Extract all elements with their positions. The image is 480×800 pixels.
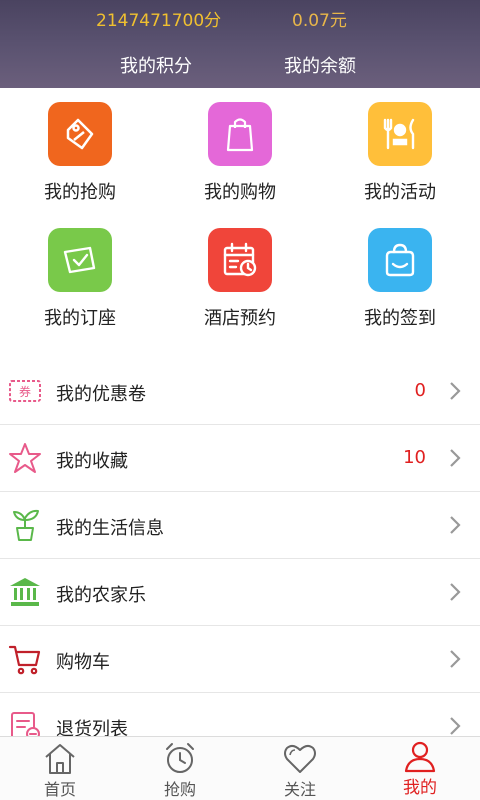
list-item-label: 购物车: [56, 652, 110, 673]
grid-item-label: 我的签到: [364, 308, 436, 329]
balance-label[interactable]: 我的余额: [284, 52, 356, 78]
bank-icon: [10, 578, 40, 606]
tab-label: 首页: [43, 780, 76, 799]
tab-follow[interactable]: 关注: [240, 737, 360, 800]
alarm-clock-icon: [166, 743, 194, 773]
grid-item-my-activities[interactable]: 我的活动: [320, 102, 480, 226]
grid-item-my-shopping[interactable]: 我的购物: [160, 102, 320, 226]
svg-text:券: 券: [19, 384, 31, 399]
heart-icon: [284, 744, 316, 773]
account-summary-header: 2147471700分 0.07元 我的积分 我的余额: [0, 0, 480, 88]
list-item-coupons[interactable]: 券 我的优惠卷 0: [0, 358, 480, 425]
tab-mine[interactable]: 我的: [360, 737, 480, 800]
chevron-right-icon: [450, 650, 461, 668]
tag-icon: [48, 102, 112, 166]
user-icon: [404, 741, 436, 773]
sprout-icon: [13, 509, 39, 541]
cart-icon: [8, 645, 41, 675]
grid-item-my-reservation[interactable]: 我的订座: [0, 228, 160, 352]
list-item-label: 我的收藏: [56, 451, 128, 472]
list-item-life-info[interactable]: 我的生活信息: [0, 492, 480, 559]
list-item-label: 我的农家乐: [56, 585, 146, 606]
list-item-favorites[interactable]: 我的收藏 10: [0, 425, 480, 492]
bottom-tab-bar: 首页 抢购 关注 我的: [0, 736, 480, 800]
grid-item-hotel-booking[interactable]: 酒店预约: [160, 228, 320, 352]
star-icon: [9, 443, 41, 473]
grid-item-my-flash-sale[interactable]: 我的抢购: [0, 102, 160, 226]
count-badge: 10: [403, 447, 426, 468]
points-label[interactable]: 我的积分: [120, 52, 192, 78]
feature-grid: 我的抢购 我的购物 我的活动 我的订座 酒店预约 我的签到: [0, 88, 480, 348]
reserved-sign-icon: [48, 228, 112, 292]
grid-item-label: 我的活动: [364, 182, 436, 203]
shopping-bag-icon: [208, 102, 272, 166]
points-value: 2147471700分: [96, 11, 222, 31]
section-divider: [0, 348, 480, 356]
calendar-icon: [208, 228, 272, 292]
tab-label: 抢购: [163, 780, 196, 799]
coupon-icon: 券: [9, 380, 41, 402]
grid-item-label: 我的购物: [204, 182, 276, 203]
bag-checkin-icon: [368, 228, 432, 292]
balance-value: 0.07元: [292, 11, 347, 31]
tab-label: 我的: [403, 778, 437, 798]
chevron-right-icon: [450, 382, 461, 400]
grid-item-label: 我的订座: [44, 308, 116, 329]
count-badge: 0: [414, 380, 426, 401]
list-item-label: 我的生活信息: [56, 518, 164, 539]
chevron-right-icon: [450, 717, 461, 735]
chevron-right-icon: [450, 583, 461, 601]
grid-item-label: 酒店预约: [204, 308, 276, 329]
list-item-label: 我的优惠卷: [56, 384, 146, 405]
tab-flash-sale[interactable]: 抢购: [120, 737, 240, 800]
grid-item-label: 我的抢购: [44, 182, 116, 203]
chevron-right-icon: [450, 449, 461, 467]
tab-label: 关注: [283, 780, 316, 799]
chevron-right-icon: [450, 516, 461, 534]
tab-home[interactable]: 首页: [0, 737, 120, 800]
grid-item-my-checkin[interactable]: 我的签到: [320, 228, 480, 352]
list-item-farmstay[interactable]: 我的农家乐: [0, 559, 480, 626]
home-icon: [45, 744, 75, 774]
dining-icon: [368, 102, 432, 166]
list-item-cart[interactable]: 购物车: [0, 626, 480, 693]
